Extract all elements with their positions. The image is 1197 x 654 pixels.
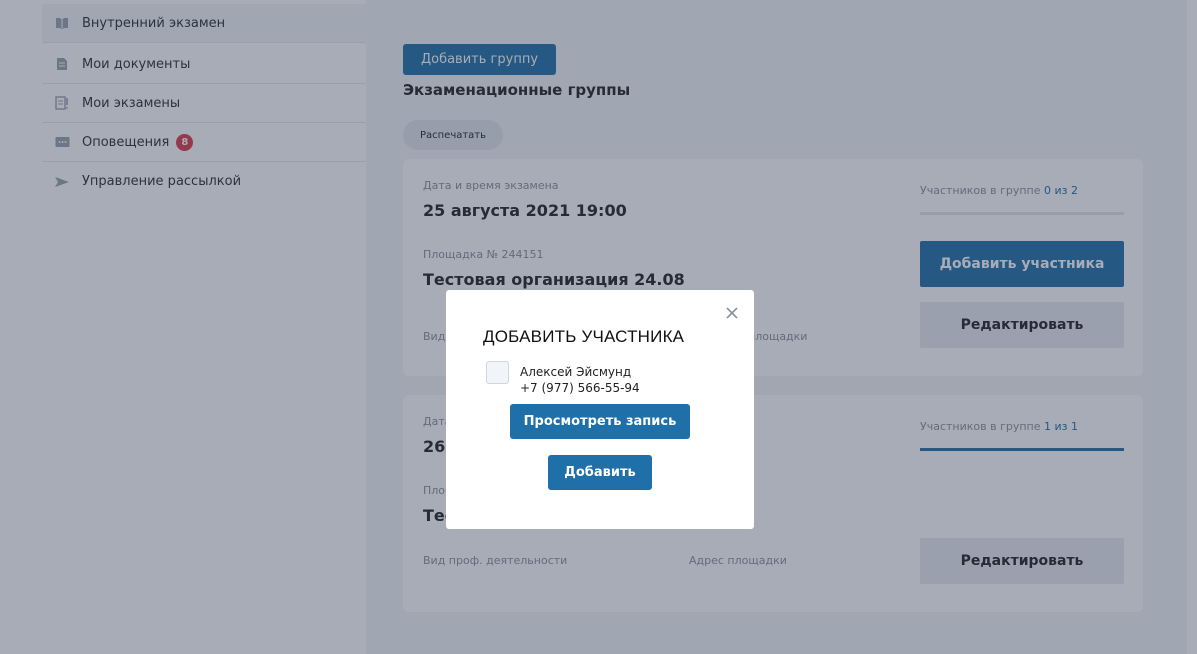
view-record-button[interactable]: Просмотреть запись (510, 404, 690, 439)
modal-title: ДОБАВИТЬ УЧАСТНИКА (483, 327, 685, 346)
participant-name: Алексей Эйсмунд (520, 365, 632, 379)
close-icon[interactable] (726, 304, 738, 319)
add-button[interactable]: Добавить (548, 455, 652, 490)
add-participant-modal: ДОБАВИТЬ УЧАСТНИКА Алексей Эйсмунд +7 (9… (446, 290, 754, 529)
participant-checkbox[interactable] (486, 361, 509, 384)
participant-phone: +7 (977) 566-55-94 (520, 381, 640, 395)
